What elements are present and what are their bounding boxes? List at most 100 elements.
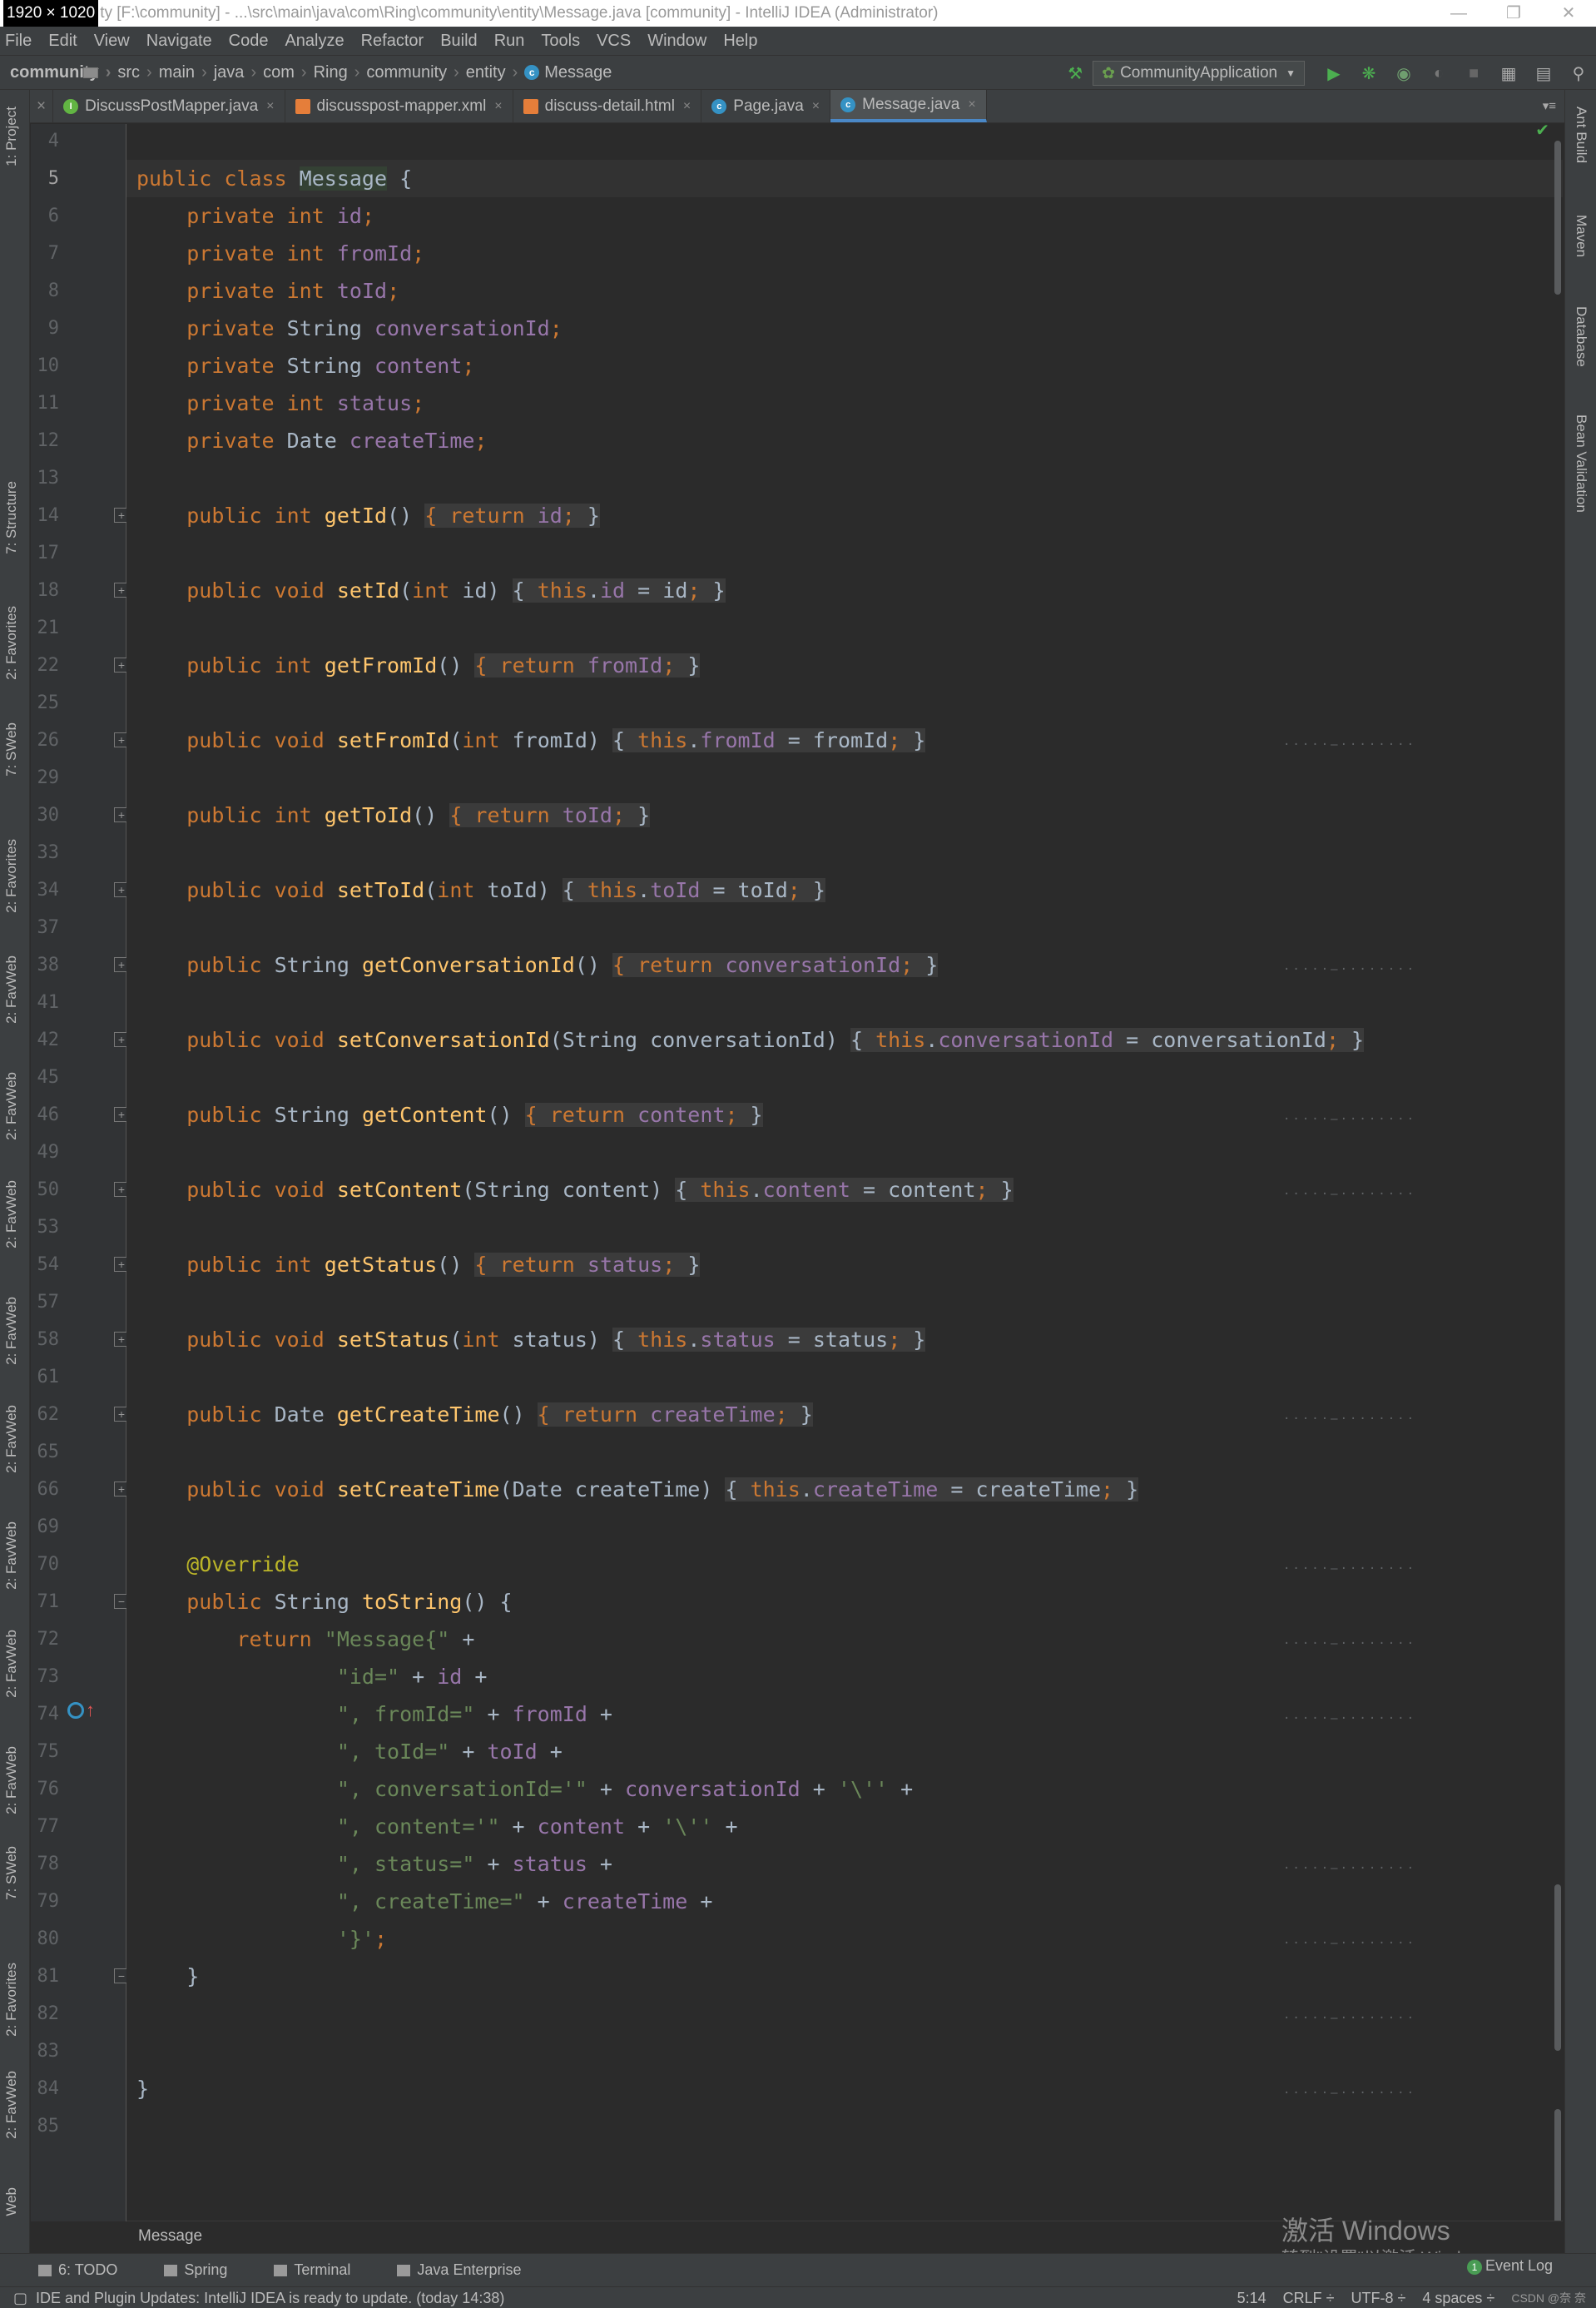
tool-window-2-favweb[interactable]: 2: FavWeb — [3, 1630, 20, 1698]
file-encoding[interactable]: UTF-8 ÷ — [1351, 2287, 1406, 2308]
code-line[interactable]: public String getConversationId() { retu… — [136, 946, 939, 984]
tool-window-ant-build[interactable]: Ant Build — [1573, 107, 1589, 163]
menu-vcs[interactable]: VCS — [597, 27, 631, 55]
code-line[interactable]: ", createTime=" + createTime + — [136, 1883, 713, 1920]
tool-6-todo[interactable]: 6: TODO — [38, 2261, 141, 2279]
code-editor[interactable]: public class Message { private int id; p… — [126, 124, 1563, 2221]
code-line[interactable]: public int getToId() { return toId; } — [136, 797, 651, 834]
tab-close-all[interactable]: × — [30, 90, 54, 122]
close-button[interactable]: ✕ — [1541, 0, 1596, 27]
tool-window-1-project[interactable]: 1: Project — [3, 107, 20, 166]
tool-window-7-structure[interactable]: 7: Structure — [3, 481, 20, 554]
tab-discusspostmapper-java[interactable]: I DiscussPostMapper.java × — [53, 90, 285, 122]
editor-scrollbar[interactable] — [1553, 124, 1563, 2230]
tool-window-7-sweb[interactable]: 7: SWeb — [3, 722, 20, 777]
menu-edit[interactable]: Edit — [48, 27, 77, 55]
breadcrumb-item-src[interactable]: src › — [83, 63, 152, 82]
scrollbar-thumb[interactable] — [1554, 1884, 1561, 2051]
code-line[interactable]: public class Message { — [136, 160, 412, 197]
tab-message-java[interactable]: c Message.java × — [830, 90, 987, 122]
code-line[interactable]: "id=" + id + — [136, 1658, 488, 1695]
code-line[interactable]: private int status; — [136, 385, 424, 422]
breadcrumb-item-ring[interactable]: Ring › — [83, 63, 359, 82]
tool-window-2-favweb[interactable]: 2: FavWeb — [3, 955, 20, 1024]
code-line[interactable]: } — [136, 2070, 149, 2107]
tool-window-bean-validation[interactable]: Bean Validation — [1573, 414, 1589, 513]
code-line[interactable]: ", content='" + content + '\'' + — [136, 1808, 738, 1845]
line-separator[interactable]: CRLF ÷ — [1283, 2287, 1335, 2308]
tool-window-2-favweb[interactable]: 2: FavWeb — [3, 1405, 20, 1473]
search-icon[interactable]: ⚲ — [1568, 62, 1589, 84]
code-line[interactable]: public String getContent() { return cont… — [136, 1096, 763, 1134]
breadcrumb-item-com[interactable]: com › — [83, 63, 307, 82]
code-line[interactable]: } — [136, 1958, 199, 1995]
maximize-button[interactable]: ❐ — [1486, 0, 1541, 27]
code-line[interactable]: private int id; — [136, 197, 374, 235]
layout-toggle-icon[interactable]: ▢ — [13, 2290, 27, 2306]
tool-window-2-favorites[interactable]: 2: Favorites — [3, 606, 20, 680]
menu-analyze[interactable]: Analyze — [285, 27, 344, 55]
profile-icon[interactable]: ◐ — [1428, 62, 1450, 84]
tool-window-2-favweb[interactable]: 2: FavWeb — [3, 1180, 20, 1248]
menu-refactor[interactable]: Refactor — [361, 27, 424, 55]
breadcrumb-item-message[interactable]: c Message — [524, 63, 612, 82]
tab-discusspost-mapper-xml[interactable]: discusspost-mapper.xml × — [285, 90, 513, 122]
code-line[interactable]: public String toString() { — [136, 1583, 512, 1621]
tab-close-icon[interactable]: × — [683, 99, 691, 114]
run-icon[interactable]: ▶ — [1323, 62, 1345, 84]
tool-window-2-favweb[interactable]: 2: FavWeb — [3, 2071, 20, 2139]
tool-spring[interactable]: Spring — [164, 2261, 250, 2279]
breadcrumb-item-main[interactable]: main › — [83, 63, 207, 82]
code-line[interactable]: public void setStatus(int status) { this… — [136, 1321, 926, 1358]
status-message[interactable]: IDE and Plugin Updates: IntelliJ IDEA is… — [36, 2290, 504, 2306]
tab-close-icon[interactable]: × — [494, 99, 502, 114]
indent-setting[interactable]: 4 spaces ÷ — [1422, 2287, 1494, 2308]
tab-close-icon[interactable]: × — [968, 97, 975, 112]
override-method-icon[interactable]: ↑ — [67, 1701, 95, 1720]
build-hammer-icon[interactable]: ⚒ — [1064, 62, 1086, 84]
menu-build[interactable]: Build — [440, 27, 477, 55]
tool-window-database[interactable]: Database — [1573, 306, 1589, 367]
tool-window-maven[interactable]: Maven — [1573, 215, 1589, 257]
tool-java-enterprise[interactable]: Java Enterprise — [397, 2261, 544, 2279]
event-log-button[interactable]: 1 Event Log — [1466, 2257, 1553, 2275]
code-line[interactable]: '}'; — [136, 1920, 387, 1958]
breadcrumb-item-community[interactable]: community › — [83, 63, 459, 82]
breadcrumb-item-entity[interactable]: entity › — [83, 63, 518, 82]
code-line[interactable]: private String conversationId; — [136, 310, 563, 347]
tab-close-icon[interactable]: × — [812, 99, 820, 114]
menu-view[interactable]: View — [94, 27, 130, 55]
minimize-button[interactable]: — — [1431, 0, 1486, 27]
tool-window-7-sweb[interactable]: 7: SWeb — [3, 1846, 20, 1900]
menu-navigate[interactable]: Navigate — [146, 27, 212, 55]
code-line[interactable]: public Date getCreateTime() { return cre… — [136, 1396, 813, 1433]
layout-icon[interactable]: ▤ — [1533, 62, 1554, 84]
code-line[interactable]: public void setFromId(int fromId) { this… — [136, 722, 926, 759]
code-line[interactable]: ", status=" + status + — [136, 1845, 612, 1883]
code-line[interactable]: public int getId() { return id; } — [136, 497, 600, 534]
code-line[interactable]: private int toId; — [136, 272, 399, 310]
menu-code[interactable]: Code — [229, 27, 269, 55]
code-line[interactable]: return "Message{" + — [136, 1621, 474, 1658]
code-line[interactable]: @Override — [136, 1546, 299, 1583]
code-line[interactable]: private String content; — [136, 347, 474, 385]
tool-window-2-favorites[interactable]: 2: Favorites — [3, 1963, 20, 2037]
tool-window-2-favweb[interactable]: 2: FavWeb — [3, 1746, 20, 1814]
tool-terminal[interactable]: Terminal — [274, 2261, 374, 2279]
menu-help[interactable]: Help — [723, 27, 757, 55]
project-structure-icon[interactable]: ▦ — [1498, 62, 1519, 84]
code-line[interactable]: public void setContent(String content) {… — [136, 1171, 1014, 1209]
tab-close-icon[interactable]: × — [266, 99, 274, 114]
code-line[interactable]: public void setConversationId(String con… — [136, 1021, 1365, 1059]
run-configuration-select[interactable]: ✿ CommunityApplication ▼ — [1093, 61, 1305, 86]
tab-page-java[interactable]: c Page.java × — [701, 90, 831, 122]
code-line[interactable]: ", conversationId='" + conversationId + … — [136, 1770, 913, 1808]
code-line[interactable]: public void setCreateTime(Date createTim… — [136, 1471, 1139, 1508]
tab-list-icon[interactable]: ▾≡ — [1543, 90, 1556, 123]
code-line[interactable]: public void setToId(int toId) { this.toI… — [136, 871, 825, 909]
code-line[interactable]: private int fromId; — [136, 235, 424, 272]
debug-icon[interactable]: ❋ — [1358, 62, 1380, 84]
code-line[interactable]: ", fromId=" + fromId + — [136, 1695, 612, 1733]
code-line[interactable]: public int getFromId() { return fromId; … — [136, 647, 701, 684]
code-line[interactable]: private Date createTime; — [136, 422, 487, 459]
